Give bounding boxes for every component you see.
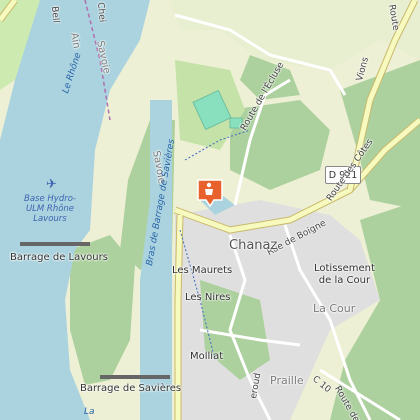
airfield-label-line-3: Lavours (33, 213, 67, 224)
map-view[interactable]: Bell Chei Ain Savoie Le Rhône Savoie Bra… (0, 0, 420, 420)
airfield-label: Base Hydro- ULM Rhône Lavours (24, 194, 76, 224)
place-label-molliat: Molliat (190, 351, 224, 362)
place-label-barrage-savieres: Barrage de Savières (80, 383, 182, 394)
camera-icon (203, 182, 217, 198)
poi-marker[interactable] (196, 178, 224, 208)
place-label-praille: Praille (270, 374, 304, 387)
road-label-belley: Bell (49, 5, 61, 24)
place-label-la-cour: La Cour (313, 302, 356, 315)
camera-glyph (205, 182, 213, 195)
place-label-barrage-lavours: Barrage de Lavours (10, 252, 108, 263)
town-label-chanaz: Chanaz (229, 238, 278, 253)
place-label-lotissement: Lotissement de la Cour (314, 264, 375, 286)
place-label-lotissement-line-2: de la Cour (318, 275, 371, 286)
place-label-les-maurets: Les Maurets (172, 265, 233, 276)
water-label-bottom: La (84, 407, 95, 417)
place-label-les-nires: Les Nires (185, 292, 231, 303)
plane-icon: ✈ (46, 177, 57, 192)
place-label-lotissement-line-1: Lotissement (314, 263, 375, 274)
region-label-ain: Ain (68, 31, 82, 50)
road-label-cheig: Chei (95, 1, 107, 23)
